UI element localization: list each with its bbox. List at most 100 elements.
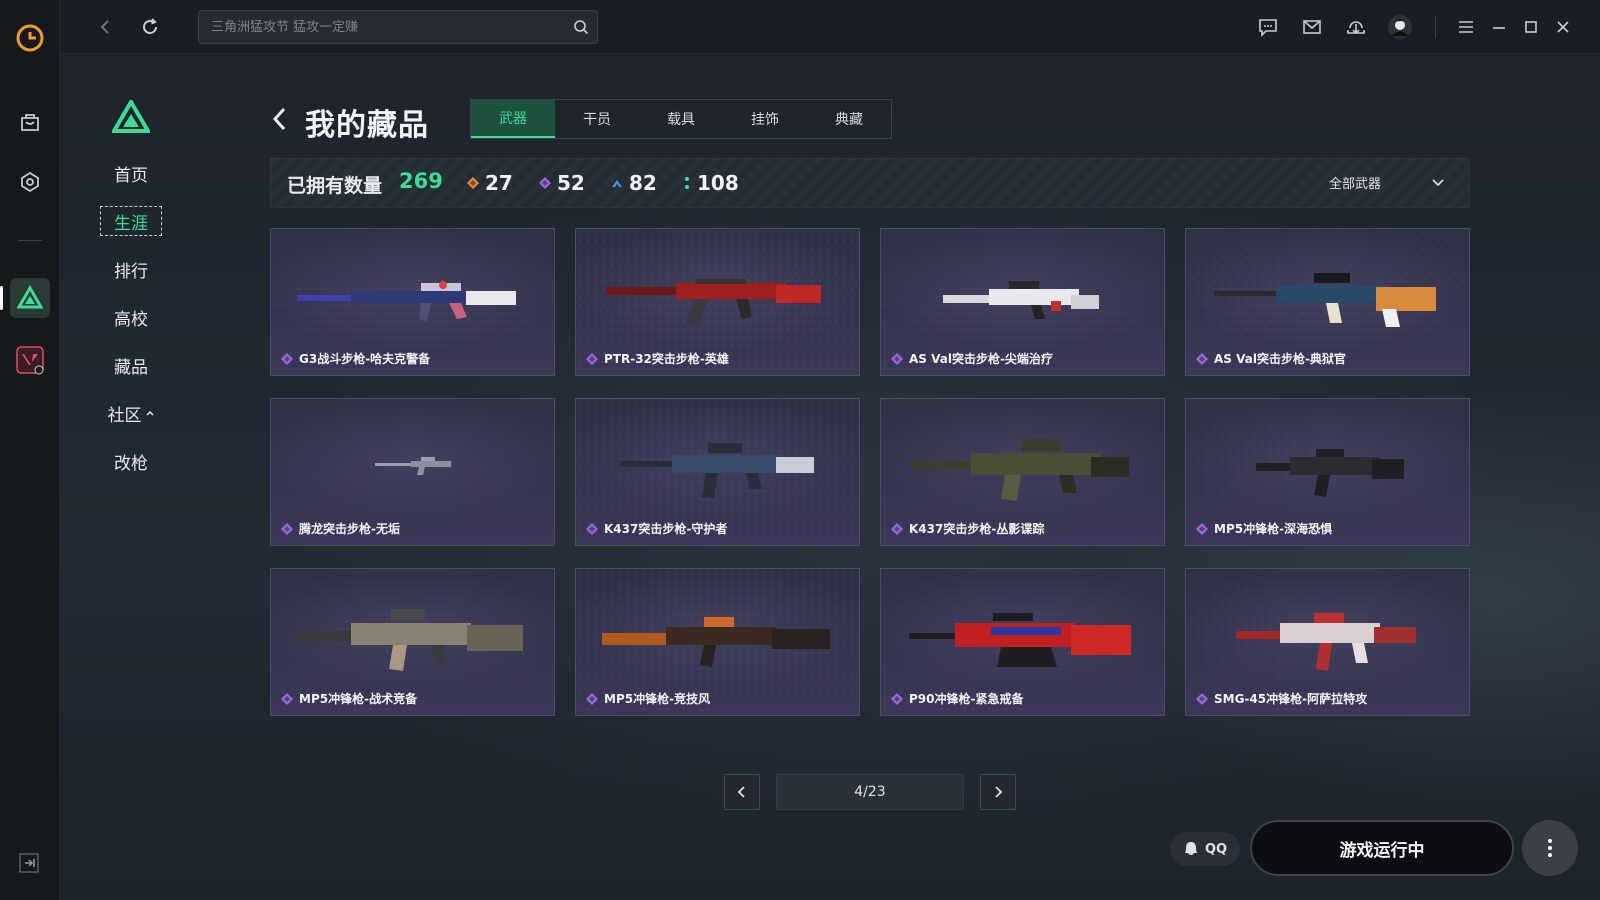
weapon-card[interactable]: AS Val突击步枪-尖端治疗 bbox=[880, 228, 1165, 376]
more-vertical-icon bbox=[1548, 839, 1552, 857]
weapon-name: K437突击步枪-守护者 bbox=[586, 520, 727, 537]
weapon-card[interactable]: MP5冲锋枪-竞技风 bbox=[575, 568, 860, 716]
qq-label: QQ bbox=[1204, 841, 1228, 857]
more-options-button[interactable] bbox=[1522, 820, 1578, 876]
weapon-card[interactable]: K437突击步枪-守护者 bbox=[575, 398, 860, 546]
weapon-image bbox=[909, 613, 1131, 667]
weapon-card[interactable]: P90冲锋枪-紧急戒备 bbox=[880, 568, 1165, 716]
subnav-item-ranking[interactable]: 排行 bbox=[100, 254, 162, 284]
weapon-name: SMG-45冲锋枪-阿萨拉特攻 bbox=[1196, 690, 1367, 707]
owned-count-label: 已拥有数量 bbox=[287, 175, 383, 197]
weapon-name-text: K437突击步枪-丛影谍踪 bbox=[909, 522, 1045, 536]
weapon-name: AS Val突击步枪-尖端治疗 bbox=[891, 350, 1053, 367]
user-avatar[interactable] bbox=[1386, 13, 1414, 41]
weapon-filter-dropdown[interactable]: 全部武器 bbox=[1329, 173, 1445, 192]
tab-charms[interactable]: 挂饰 bbox=[723, 100, 807, 138]
weapon-card[interactable]: MP5冲锋枪-战术竞备 bbox=[270, 568, 555, 716]
chat-icon[interactable] bbox=[1254, 13, 1282, 41]
weapon-name: PTR-32突击步枪-英雄 bbox=[586, 350, 729, 367]
maximize-icon[interactable] bbox=[1517, 13, 1545, 41]
collection-tabs: 武器 干员 载具 挂饰 典藏 bbox=[470, 99, 892, 139]
purple-diamond-icon bbox=[281, 522, 293, 535]
top-bar bbox=[60, 0, 1600, 54]
tab-archive[interactable]: 典藏 bbox=[807, 100, 891, 138]
game-running-button[interactable]: 游戏运行中 bbox=[1250, 820, 1514, 876]
subnav-item-collection[interactable]: 藏品 bbox=[100, 350, 162, 380]
purple-diamond-icon bbox=[891, 522, 903, 535]
weapon-name: G3战斗步枪-哈夫克警备 bbox=[281, 350, 430, 367]
weapon-image bbox=[297, 609, 523, 671]
store-bag-icon[interactable] bbox=[10, 102, 50, 142]
weapon-card[interactable]: SMG-45冲锋枪-阿萨拉特攻 bbox=[1185, 568, 1470, 716]
weapon-name-text: K437突击步枪-守护者 bbox=[604, 522, 728, 536]
rail-active-indicator bbox=[0, 286, 3, 310]
subnav-item-home[interactable]: 首页 bbox=[100, 158, 162, 188]
search-icon[interactable] bbox=[573, 19, 589, 39]
weapon-name-text: MP5冲锋枪-深海恐惧 bbox=[1214, 522, 1333, 536]
rarity-purple-count: 52 bbox=[539, 171, 585, 195]
weapon-image bbox=[606, 279, 821, 327]
weapon-card[interactable]: MP5冲锋枪-深海恐惧 bbox=[1185, 398, 1470, 546]
purple-diamond-icon bbox=[1196, 692, 1208, 705]
refresh-icon[interactable] bbox=[136, 13, 164, 41]
chevron-left-icon bbox=[737, 786, 745, 798]
rarity-blue-value: 82 bbox=[629, 171, 657, 195]
weapon-name-text: 腾龙突击步枪-无垢 bbox=[299, 522, 400, 536]
subnav-item-community[interactable]: 社区 bbox=[100, 398, 162, 428]
tab-operators[interactable]: 干员 bbox=[555, 100, 639, 138]
rail-divider bbox=[18, 240, 42, 241]
delta-force-game-icon[interactable] bbox=[10, 278, 50, 318]
download-icon[interactable] bbox=[1342, 13, 1370, 41]
collapse-sidebar-icon[interactable] bbox=[18, 852, 40, 878]
weapon-name: MP5冲锋枪-深海恐惧 bbox=[1196, 520, 1332, 537]
purple-diamond-icon bbox=[891, 352, 903, 365]
subnav-item-community-label: 社区 bbox=[107, 405, 142, 426]
next-page-button[interactable] bbox=[980, 774, 1016, 810]
tab-vehicles[interactable]: 载具 bbox=[639, 100, 723, 138]
rarity-orange-count: 27 bbox=[467, 171, 513, 195]
weapon-image bbox=[620, 443, 814, 499]
page-title: 我的藏品 bbox=[305, 108, 429, 143]
weapon-card[interactable]: K437突击步枪-丛影谍踪 bbox=[880, 398, 1165, 546]
search-input[interactable] bbox=[211, 11, 551, 43]
subnav-item-gun-mod[interactable]: 改枪 bbox=[100, 446, 162, 476]
page-back-icon[interactable] bbox=[268, 104, 292, 134]
search-box bbox=[198, 10, 598, 44]
close-icon[interactable] bbox=[1549, 13, 1577, 41]
weapon-image bbox=[375, 457, 451, 475]
weapon-name-text: G3战斗步枪-哈夫克警备 bbox=[299, 352, 431, 366]
weapon-name-text: AS Val突击步枪-尖端治疗 bbox=[909, 352, 1053, 366]
purple-diamond-icon bbox=[1196, 522, 1208, 535]
valorant-game-icon[interactable] bbox=[10, 340, 50, 380]
qq-button[interactable]: QQ bbox=[1170, 832, 1240, 866]
minimize-icon[interactable] bbox=[1485, 13, 1513, 41]
purple-diamond-icon bbox=[586, 522, 598, 535]
back-arrow-icon[interactable] bbox=[92, 13, 120, 41]
app-window: 首页 生涯 排行 高校 藏品 社区 改枪 我的藏品 武器 干员 载具 挂饰 典藏… bbox=[0, 0, 1600, 900]
tab-weapons[interactable]: 武器 bbox=[471, 100, 555, 138]
rarity-green-count: 108 bbox=[683, 171, 739, 195]
weapon-card[interactable]: PTR-32突击步枪-英雄 bbox=[575, 228, 860, 376]
subnav-item-university[interactable]: 高校 bbox=[100, 302, 162, 332]
weapon-image bbox=[602, 617, 830, 667]
weapon-image bbox=[909, 439, 1129, 501]
weapon-card[interactable]: 腾龙突击步枪-无垢 bbox=[270, 398, 555, 546]
mail-icon[interactable] bbox=[1298, 13, 1326, 41]
weapon-name-text: MP5冲锋枪-竞技风 bbox=[604, 692, 711, 706]
menu-icon[interactable] bbox=[1452, 13, 1480, 41]
weapon-image bbox=[1256, 449, 1404, 497]
game-library-icon[interactable] bbox=[10, 162, 50, 202]
weapon-name: K437突击步枪-丛影谍踪 bbox=[891, 520, 1044, 537]
prev-page-button[interactable] bbox=[724, 774, 760, 810]
weapon-card[interactable]: AS Val突击步枪-典狱官 bbox=[1185, 228, 1470, 376]
purple-diamond-icon bbox=[586, 352, 598, 365]
owned-count-value: 269 bbox=[399, 169, 443, 193]
weapon-name-text: P90冲锋枪-紧急戒备 bbox=[909, 692, 1024, 706]
app-logo-icon[interactable] bbox=[10, 18, 50, 58]
topbar-divider bbox=[1435, 16, 1436, 38]
blue-chevron-icon bbox=[612, 180, 622, 187]
qq-penguin-icon bbox=[1184, 842, 1197, 855]
subnav-item-career[interactable]: 生涯 bbox=[100, 206, 162, 236]
weapon-card[interactable]: G3战斗步枪-哈夫克警备 bbox=[270, 228, 555, 376]
delta-force-logo-icon[interactable] bbox=[110, 98, 152, 138]
